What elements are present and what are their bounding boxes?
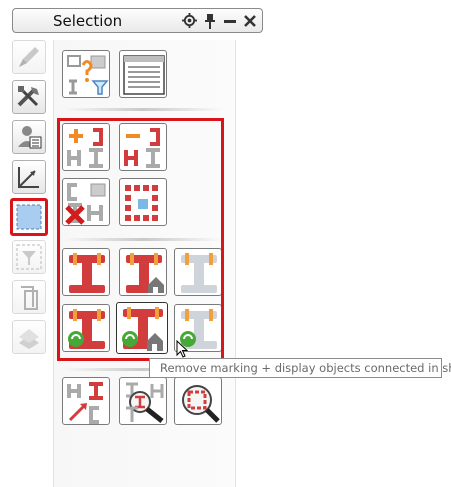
copy-icon[interactable] [12, 280, 46, 314]
mark-in-shop-button[interactable] [119, 248, 167, 296]
report-list-button[interactable] [119, 50, 167, 98]
section-divider [63, 108, 223, 111]
title-bar[interactable]: Selection [12, 8, 263, 33]
query-filter-button[interactable] [62, 50, 110, 98]
selection-box-icon[interactable] [10, 198, 48, 236]
delete-marking-button[interactable] [62, 178, 110, 226]
pin-icon[interactable] [201, 12, 218, 29]
axes-icon[interactable] [12, 160, 46, 194]
window-title: Selection [53, 12, 123, 30]
zoom-selection-button[interactable] [174, 377, 222, 425]
remove-from-marking-button[interactable] [119, 123, 167, 171]
close-icon[interactable] [241, 12, 258, 29]
gear-icon[interactable] [181, 12, 198, 29]
filter-icon[interactable] [12, 240, 46, 274]
select-all-button[interactable] [119, 178, 167, 226]
select-connected-button[interactable] [62, 377, 110, 425]
minimize-icon[interactable] [221, 12, 238, 29]
user-card-icon[interactable] [12, 120, 46, 154]
refresh-shop-marking-button[interactable] [62, 304, 110, 352]
add-to-marking-button[interactable] [62, 123, 110, 171]
tools-icon[interactable] [12, 80, 46, 114]
section-divider [63, 238, 223, 241]
layers-icon[interactable] [12, 320, 46, 354]
mark-shop-objects-button[interactable] [62, 248, 110, 296]
zoom-to-marked-button[interactable] [119, 377, 167, 425]
pen-tool-icon[interactable] [12, 40, 46, 74]
unmark-shop-objects-button[interactable] [174, 248, 222, 296]
tooltip: Remove marking + display objects connect… [149, 358, 451, 378]
remove-marking-display-connected-button[interactable] [116, 302, 168, 354]
